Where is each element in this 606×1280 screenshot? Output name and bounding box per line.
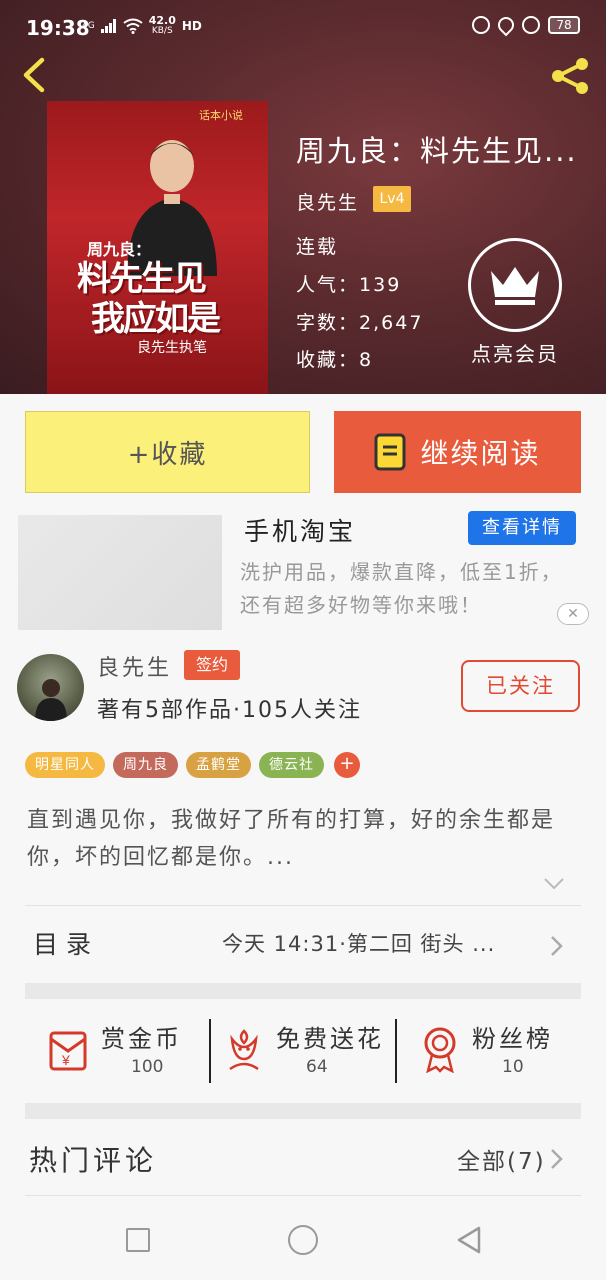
status-left-icons: 4G 42.0 KB/S HD	[82, 14, 202, 36]
divider	[209, 1019, 211, 1083]
author-level-badge: Lv4	[373, 186, 411, 212]
status-right-icons: 78	[472, 13, 580, 37]
reward-fans-rank[interactable]: 粉丝榜 10	[418, 1015, 578, 1085]
share-icon[interactable]	[548, 56, 592, 96]
author-name[interactable]: 良先生	[97, 650, 172, 682]
tag-list: 明星同人 周九良 孟鹤堂 德云社 +	[25, 752, 360, 778]
favorites-label: 收藏：	[296, 349, 360, 371]
reward-count: 100	[131, 1057, 164, 1077]
book-header: 19:38 4G 42.0 KB/S HD 78 话本小说 周九良： 料先生见 …	[0, 0, 606, 394]
wifi-icon	[123, 18, 143, 34]
location-icon	[494, 13, 518, 37]
status-bar: 19:38 4G 42.0 KB/S HD 78	[0, 0, 606, 50]
favorites-value: 8	[359, 349, 374, 371]
reward-label: 免费送花	[276, 1025, 384, 1053]
hd-label: HD	[181, 19, 202, 33]
author-stats: 著有5部作品·105人关注	[97, 698, 362, 723]
network-type: 4G	[82, 21, 95, 31]
book-icon	[374, 433, 406, 471]
tag-item[interactable]: 周九良	[113, 752, 178, 778]
reward-label: 粉丝榜	[472, 1025, 553, 1053]
recent-apps-icon[interactable]	[126, 1228, 150, 1252]
alarm-icon	[522, 16, 540, 34]
status-time: 19:38	[26, 16, 90, 40]
continue-reading-button[interactable]: 继续阅读	[334, 411, 581, 493]
ad-title[interactable]: 手机淘宝	[244, 512, 356, 548]
vip-button[interactable]: 点亮会员	[466, 238, 564, 367]
chevron-right-icon[interactable]	[550, 1148, 564, 1170]
reward-count: 64	[306, 1057, 328, 1077]
lock-icon	[472, 16, 490, 34]
ad-description[interactable]: 洗护用品，爆款直降，低至1折，还有超多好物等你来哦！	[240, 556, 578, 622]
back-icon[interactable]	[18, 56, 52, 94]
book-status: 连载	[296, 236, 339, 258]
nav-back-icon[interactable]	[455, 1225, 483, 1255]
section-divider	[25, 1103, 581, 1119]
speed-value: 42.0	[148, 14, 176, 27]
divider	[395, 1019, 397, 1083]
tag-item[interactable]: 孟鹤堂	[186, 752, 251, 778]
red-envelope-icon: ¥	[49, 1031, 87, 1071]
reward-coins[interactable]: ¥ 赏金币 100	[47, 1015, 207, 1085]
author-avatar[interactable]	[17, 654, 84, 721]
ad-close-icon[interactable]: ✕	[557, 603, 589, 625]
book-title: 周九良：料先生见...	[296, 134, 578, 168]
reward-count: 10	[502, 1057, 524, 1077]
ad-image[interactable]	[18, 515, 222, 630]
collect-button[interactable]: +收藏	[25, 411, 310, 493]
cover-line3: 我应如是	[91, 299, 221, 339]
section-divider	[25, 983, 581, 999]
add-tag-icon[interactable]: +	[334, 752, 360, 778]
medal-icon	[424, 1027, 456, 1073]
chevron-down-icon[interactable]	[543, 877, 565, 891]
popularity-label: 人气：	[296, 274, 360, 296]
network-speed: 42.0 KB/S	[148, 14, 176, 36]
book-favorites: 收藏：8	[296, 345, 373, 372]
signal-icon	[100, 19, 116, 33]
ad-view-details-button[interactable]: 查看详情	[468, 511, 576, 545]
book-cover[interactable]: 话本小说 周九良： 料先生见 我应如是 良先生执笔	[47, 101, 268, 394]
word-count-label: 字数：	[296, 312, 360, 334]
chevron-right-icon[interactable]	[550, 935, 564, 957]
speed-unit: KB/S	[151, 26, 173, 36]
divider	[25, 905, 581, 906]
catalog-label[interactable]: 目录	[33, 925, 99, 961]
home-icon[interactable]	[288, 1225, 318, 1255]
book-popularity: 人气：139	[296, 270, 401, 297]
follow-button[interactable]: 已关注	[461, 660, 580, 712]
catalog-latest-chapter[interactable]: 今天 14:31·第二回 街头 ...	[222, 928, 532, 958]
svg-text:¥: ¥	[61, 1052, 70, 1068]
hot-comments-title: 热门评论	[29, 1144, 158, 1177]
tag-item[interactable]: 明星同人	[25, 752, 105, 778]
battery-indicator: 78	[548, 16, 580, 34]
book-synopsis: 直到遇见你，我做好了所有的打算，好的余生都是你，坏的回忆都是你。...	[27, 808, 556, 870]
reward-label: 赏金币	[101, 1025, 182, 1053]
continue-reading-label: 继续阅读	[420, 437, 541, 470]
reward-flowers[interactable]: 免费送花 64	[222, 1015, 392, 1085]
cover-line4: 良先生执笔	[137, 340, 207, 356]
crown-icon	[468, 238, 562, 332]
book-author[interactable]: 良先生	[296, 188, 359, 215]
flower-icon	[229, 1029, 259, 1071]
signed-badge: 签约	[184, 650, 240, 680]
system-navigation-bar	[0, 1196, 606, 1280]
all-comments-link[interactable]: 全部(7)	[457, 1142, 546, 1176]
vip-label: 点亮会员	[471, 342, 559, 366]
tag-item[interactable]: 德云社	[259, 752, 324, 778]
word-count-value: 2,647	[359, 312, 424, 334]
cover-logo: 话本小说	[199, 109, 243, 122]
book-word-count: 字数：2,647	[296, 308, 423, 335]
popularity-value: 139	[359, 274, 402, 296]
